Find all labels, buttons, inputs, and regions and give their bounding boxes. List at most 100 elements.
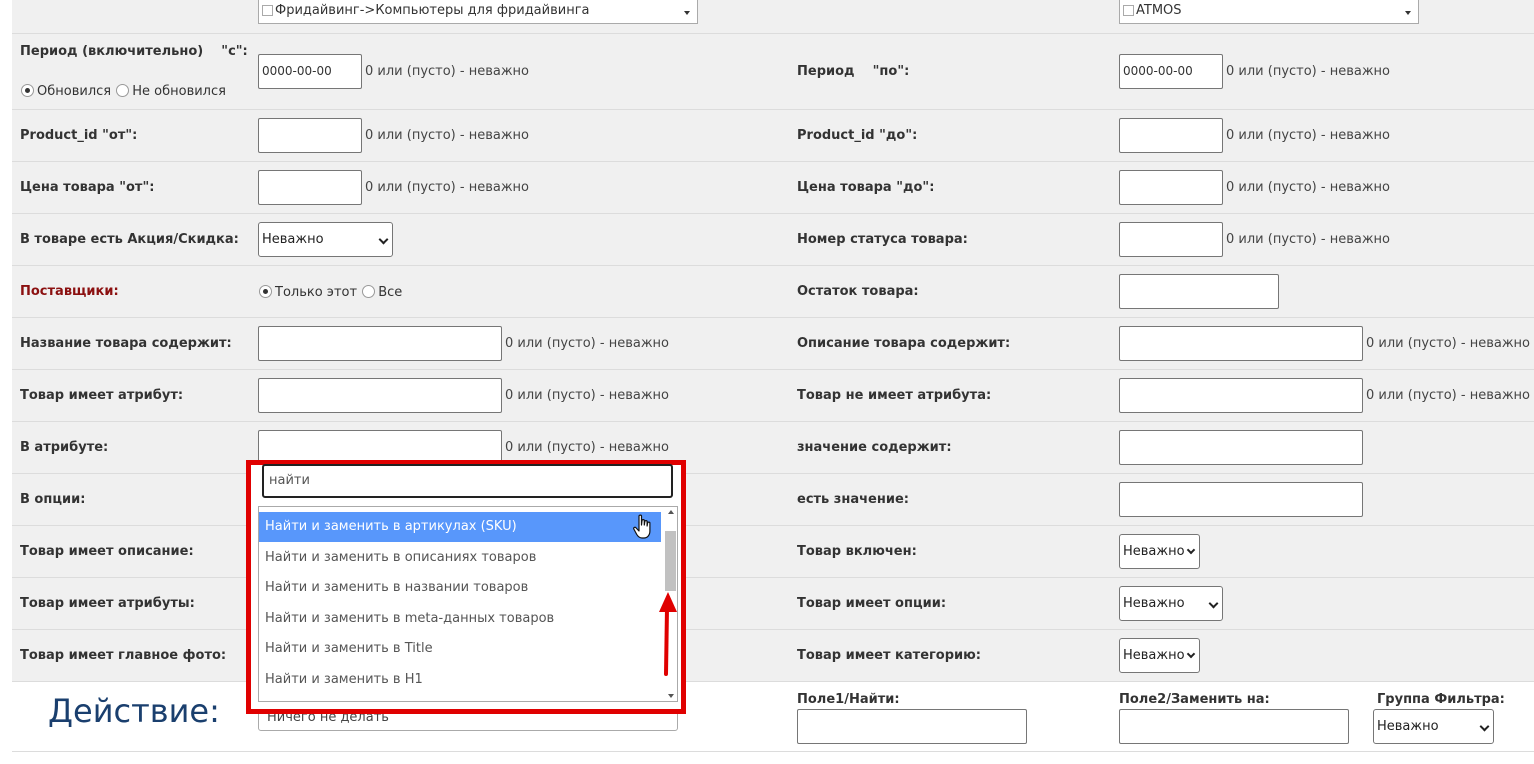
period-to-hint: 0 или (пусто) - неважно bbox=[1226, 64, 1390, 79]
scroll-up-icon[interactable] bbox=[668, 510, 674, 514]
chevron-down-icon bbox=[1208, 598, 1219, 609]
description-contains-input[interactable] bbox=[1119, 326, 1363, 361]
radio-checked-icon bbox=[259, 285, 272, 298]
chevron-down-icon bbox=[684, 11, 690, 15]
has-attributes-row bbox=[12, 578, 1534, 630]
scroll-down-icon[interactable] bbox=[668, 694, 674, 698]
name-contains-hint: 0 или (пусто) - неважно bbox=[505, 336, 669, 351]
dropdown-option[interactable]: Найти и заменить в названии товаров bbox=[259, 573, 661, 603]
price-from-hint: 0 или (пусто) - неважно bbox=[365, 180, 529, 195]
price-to-input[interactable] bbox=[1119, 170, 1223, 205]
hand-cursor-icon bbox=[633, 514, 651, 539]
dropdown-search-input[interactable]: найти bbox=[262, 464, 673, 498]
period-to-label: Период "по": bbox=[797, 64, 910, 79]
in-attribute-label: В атрибуте: bbox=[20, 440, 109, 455]
suppliers-label: Поставщики: bbox=[20, 284, 119, 299]
period-from-input[interactable]: 0000-00-00 bbox=[258, 54, 362, 89]
category-select-value: Фридайвинг->Компьютеры для фридайвинга bbox=[275, 3, 590, 18]
has-attributes-label: Товар имеет атрибуты: bbox=[20, 596, 195, 611]
radio-all[interactable]: Все bbox=[362, 285, 402, 300]
in-attribute-hint: 0 или (пусто) - неважно bbox=[505, 440, 669, 455]
description-contains-hint: 0 или (пусто) - неважно bbox=[1366, 336, 1530, 351]
has-category-select[interactable]: Неважно bbox=[1119, 638, 1200, 673]
has-value-input[interactable] bbox=[1119, 482, 1363, 517]
dropdown-option[interactable]: Найти и заменить в Title bbox=[259, 634, 661, 664]
manufacturer-checkbox[interactable] bbox=[1123, 5, 1134, 16]
category-checkbox[interactable] bbox=[262, 5, 273, 16]
has-not-attribute-label: Товар не имеет атрибута: bbox=[797, 388, 992, 403]
price-from-label: Цена товара "от": bbox=[20, 180, 155, 195]
field1-input[interactable] bbox=[797, 709, 1027, 744]
dropdown-option[interactable]: Найти и заменить в H1 bbox=[259, 665, 661, 695]
category-select[interactable]: Фридайвинг->Компьютеры для фридайвинга bbox=[258, 0, 698, 24]
has-attribute-hint: 0 или (пусто) - неважно bbox=[505, 388, 669, 403]
manufacturer-select[interactable]: ATMOS bbox=[1119, 0, 1419, 24]
action-title: Действие: bbox=[48, 692, 220, 730]
has-category-label: Товар имеет категорию: bbox=[797, 648, 981, 663]
enabled-label: Товар включен: bbox=[797, 544, 917, 559]
has-attribute-label: Товар имеет атрибут: bbox=[20, 388, 184, 403]
product-id-from-label: Product_id "от": bbox=[20, 128, 138, 143]
product-id-from-input[interactable] bbox=[258, 118, 362, 153]
product-id-to-hint: 0 или (пусто) - неважно bbox=[1226, 128, 1390, 143]
enabled-select[interactable]: Неважно bbox=[1119, 534, 1200, 569]
manufacturer-select-value: ATMOS bbox=[1136, 3, 1182, 18]
dropdown-option[interactable]: Найти и заменить в meta-данных товаров bbox=[259, 604, 661, 634]
in-option-label: В опции: bbox=[20, 492, 86, 507]
has-description-label: Товар имеет описание: bbox=[20, 544, 194, 559]
price-from-input[interactable] bbox=[258, 170, 362, 205]
has-photo-row bbox=[12, 630, 1534, 682]
has-options-select[interactable]: Неважно bbox=[1119, 586, 1223, 621]
value-contains-input[interactable] bbox=[1119, 430, 1363, 465]
dropdown-option[interactable]: Найти и заменить в описаниях товаров bbox=[259, 543, 661, 573]
radio-checked-icon bbox=[21, 84, 34, 97]
dropdown-option[interactable]: Найти и заменить в артикулах (SKU) bbox=[259, 512, 661, 542]
red-arrow-icon bbox=[659, 592, 677, 676]
chevron-down-icon bbox=[1186, 545, 1196, 555]
radio-unchecked-icon bbox=[116, 84, 130, 97]
period-to-input[interactable]: 0000-00-00 bbox=[1119, 54, 1223, 89]
promo-label: В товаре есть Акция/Скидка: bbox=[20, 232, 239, 247]
period-from-label: Период (включительно) "с": bbox=[20, 44, 248, 59]
field2-input[interactable] bbox=[1119, 709, 1349, 744]
suppliers-radio-group: Только этот Все bbox=[259, 285, 403, 300]
radio-unchecked-icon bbox=[362, 285, 376, 298]
dropdown-list: Найти и заменить в артикулах (SKU) Найти… bbox=[258, 506, 678, 702]
has-options-label: Товар имеет опции: bbox=[797, 596, 947, 611]
radio-updated[interactable]: Обновился bbox=[21, 84, 111, 99]
period-from-hint: 0 или (пусто) - неважно bbox=[365, 64, 529, 79]
stock-label: Остаток товара: bbox=[797, 284, 919, 299]
has-value-label: есть значение: bbox=[797, 492, 909, 507]
value-contains-label: значение содержит: bbox=[797, 440, 952, 455]
status-number-hint: 0 или (пусто) - неважно bbox=[1226, 232, 1390, 247]
radio-only-this[interactable]: Только этот bbox=[259, 285, 357, 300]
status-number-input[interactable] bbox=[1119, 222, 1223, 257]
has-not-attribute-input[interactable] bbox=[1119, 378, 1363, 413]
filter-group-label: Группа Фильтра: bbox=[1377, 692, 1505, 707]
stock-input[interactable] bbox=[1119, 274, 1279, 309]
scrollbar-thumb[interactable] bbox=[665, 531, 676, 591]
product-id-from-hint: 0 или (пусто) - неважно bbox=[365, 128, 529, 143]
chevron-down-icon bbox=[1186, 649, 1196, 659]
product-id-to-input[interactable] bbox=[1119, 118, 1223, 153]
name-contains-input[interactable] bbox=[258, 326, 502, 361]
price-to-hint: 0 или (пусто) - неважно bbox=[1226, 180, 1390, 195]
has-not-attribute-hint: 0 или (пусто) - неважно bbox=[1366, 388, 1530, 403]
chevron-down-icon bbox=[1405, 11, 1411, 15]
chevron-down-icon bbox=[1479, 721, 1490, 732]
has-description-row bbox=[12, 526, 1534, 578]
field2-label: Поле2/Заменить на: bbox=[1119, 692, 1270, 707]
field1-label: Поле1/Найти: bbox=[797, 692, 900, 707]
promo-select[interactable]: Неважно bbox=[258, 222, 393, 257]
name-contains-label: Название товара содержит: bbox=[20, 336, 232, 351]
description-contains-label: Описание товара содержит: bbox=[797, 336, 1011, 351]
has-photo-label: Товар имеет главное фото: bbox=[20, 648, 227, 663]
product-id-to-label: Product_id "до": bbox=[797, 128, 918, 143]
filter-group-select[interactable]: Неважно bbox=[1373, 709, 1494, 744]
suppliers-row bbox=[12, 266, 1534, 318]
radio-not-updated[interactable]: Не обновился bbox=[116, 84, 226, 99]
price-to-label: Цена товара "до": bbox=[797, 180, 935, 195]
updated-radio-group: Обновился Не обновился bbox=[21, 84, 227, 99]
has-attribute-input[interactable] bbox=[258, 378, 502, 413]
status-number-label: Номер статуса товара: bbox=[797, 232, 968, 247]
